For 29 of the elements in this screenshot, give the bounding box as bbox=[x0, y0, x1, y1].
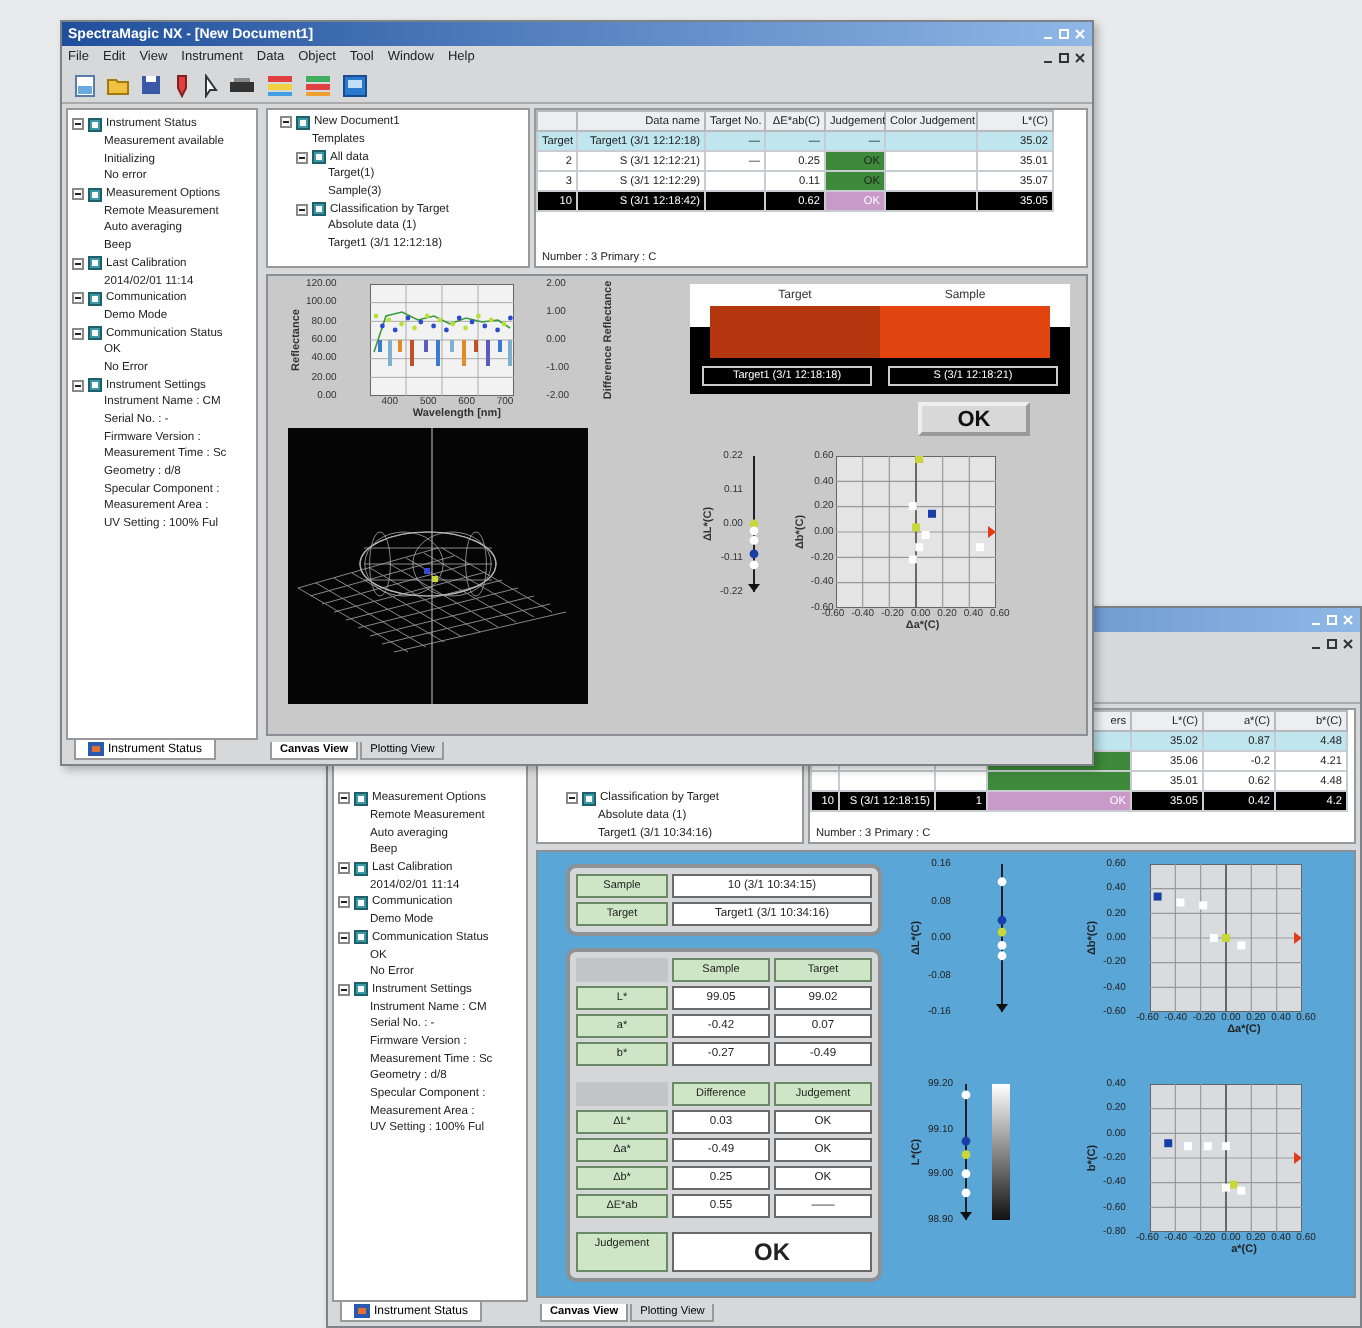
minus-box-icon[interactable] bbox=[338, 896, 350, 909]
close-icon[interactable] bbox=[1074, 51, 1086, 63]
minus-box-icon[interactable] bbox=[72, 292, 84, 305]
color-stripes-icon[interactable] bbox=[304, 73, 332, 97]
close-icon[interactable] bbox=[1342, 637, 1354, 649]
minus-box-icon[interactable] bbox=[72, 257, 84, 270]
grayscale-gradient-drawing bbox=[991, 1084, 1010, 1220]
pointer-icon[interactable] bbox=[202, 73, 218, 97]
minus-box-icon[interactable] bbox=[72, 118, 84, 131]
minus-box-icon[interactable] bbox=[338, 862, 350, 875]
minus-box-icon[interactable] bbox=[72, 327, 84, 340]
save-icon[interactable] bbox=[140, 74, 162, 96]
scale-bar-drawing bbox=[955, 1084, 976, 1220]
minus-box-icon[interactable] bbox=[566, 792, 578, 805]
judgement-value: OK bbox=[672, 1232, 872, 1272]
monitor-icon[interactable] bbox=[342, 73, 368, 97]
color-stripes-icon[interactable] bbox=[266, 73, 294, 97]
ok-button[interactable]: OK bbox=[918, 402, 1030, 436]
scale-bar-drawing bbox=[744, 456, 765, 592]
minus-box-icon[interactable] bbox=[338, 931, 350, 944]
minus-box-icon[interactable] bbox=[296, 203, 308, 216]
minus-box-icon[interactable] bbox=[72, 379, 84, 392]
minus-box-icon[interactable] bbox=[338, 983, 350, 996]
minus-box-icon[interactable] bbox=[338, 792, 350, 805]
minus-box-icon[interactable] bbox=[72, 188, 84, 201]
minus-box-icon[interactable] bbox=[296, 151, 308, 164]
probe-icon[interactable] bbox=[172, 73, 192, 97]
page-icon[interactable] bbox=[74, 73, 96, 97]
minus-box-icon[interactable] bbox=[280, 116, 292, 129]
